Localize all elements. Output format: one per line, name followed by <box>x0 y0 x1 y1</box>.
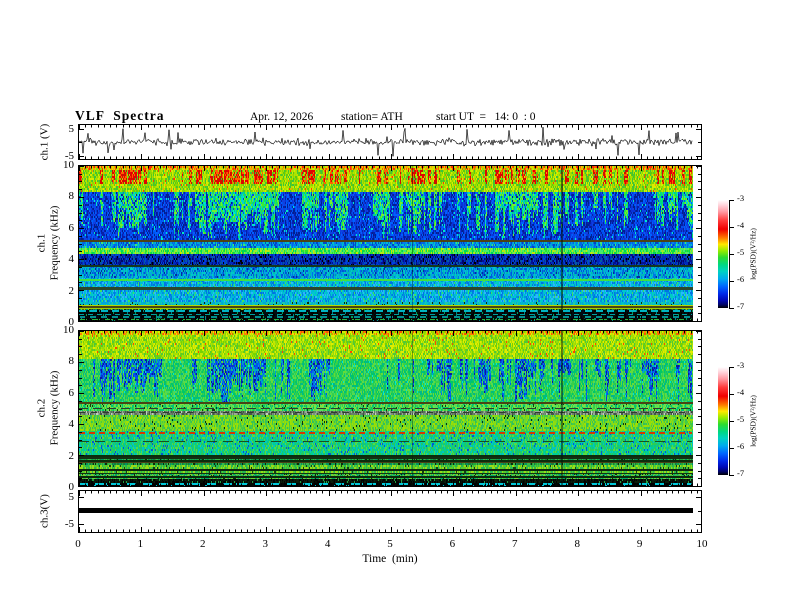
colorbar-tick <box>729 394 734 395</box>
colorbar-tick <box>729 367 734 368</box>
ch2-frequency-axis-title: ch.2 Frequency (kHz) <box>35 371 60 446</box>
x-tick-label: 5 <box>387 538 393 550</box>
colorbar-tick <box>729 421 734 422</box>
colorbar-tick <box>729 200 734 201</box>
ch2-spec-ytick-label: 8 <box>68 355 75 368</box>
ch1-spec-ytick-label: 4 <box>68 253 75 266</box>
ch3-wave-ytick-label: 5 <box>68 491 75 503</box>
ch2-spec-ytick-label: 4 <box>68 418 75 431</box>
colorbar-ch2 <box>718 367 728 475</box>
colorbar-tick-label: -4 <box>737 387 745 397</box>
colorbar-tick <box>729 475 734 476</box>
ch2-spec-ytick-label: 6 <box>68 386 75 399</box>
ch1-spec-ytick-label: 10 <box>63 159 74 171</box>
x-tick-label: 0 <box>75 538 81 550</box>
ch2-label-line2: Frequency (kHz) <box>48 370 60 446</box>
x-tick-label: 10 <box>696 538 708 550</box>
colorbar-tick-label: -5 <box>737 247 745 257</box>
colorbar-tick <box>729 254 734 255</box>
colorbar-tick-label: -3 <box>737 360 745 370</box>
colorbar-tick <box>729 448 734 449</box>
vlf-spectra-figure: VLF Spectra Apr. 12, 2026 station= ATH s… <box>0 0 792 612</box>
ch2-spec-ytick-label: 10 <box>63 324 74 336</box>
ch1-wave-ytick-label: 5 <box>68 123 75 135</box>
ch1-spec-ytick-label: 2 <box>68 284 75 297</box>
colorbar-tick-label: -7 <box>737 468 745 478</box>
ch1-waveform-plot <box>78 124 702 160</box>
colorbar-tick <box>729 308 734 309</box>
colorbar-ch1 <box>718 200 728 308</box>
x-tick-label: 8 <box>574 538 580 550</box>
colorbar-ch1-title: log(PSD)(V²/Hz) <box>748 228 758 280</box>
ch2-spectrogram-plot <box>78 330 702 487</box>
x-tick-label: 7 <box>512 538 518 550</box>
colorbar-tick-label: -6 <box>737 441 745 451</box>
x-tick-label: 3 <box>262 538 268 550</box>
date-label: Apr. 12, 2026 <box>250 111 314 123</box>
ch1-spectrogram-plot <box>78 165 702 322</box>
ch2-label-line1: ch.2 <box>35 398 48 418</box>
colorbar-tick <box>729 227 734 228</box>
colorbar-tick-label: -4 <box>737 220 745 230</box>
x-tick-label: 9 <box>636 538 643 550</box>
colorbar-tick <box>729 281 734 282</box>
station-label: station= ATH <box>341 111 403 123</box>
colorbar-tick-label: -3 <box>737 193 745 203</box>
colorbar-tick-label: -6 <box>737 274 745 284</box>
x-tick-label: 1 <box>137 538 144 550</box>
ch1-spec-ytick-label: 8 <box>68 190 75 203</box>
time-axis-title: Time (min) <box>362 553 418 565</box>
colorbar-ch2-title: log(PSD)(V²/Hz) <box>748 395 758 447</box>
ch1-label-line1: ch.1 <box>35 233 48 253</box>
ch1-spec-ytick-label: 6 <box>68 221 75 234</box>
page-title: VLF Spectra <box>75 108 165 123</box>
colorbar-tick-label: -7 <box>737 301 745 311</box>
x-tick-label: 6 <box>449 538 456 550</box>
x-tick-label: 4 <box>324 538 331 550</box>
ch1-label-line2: Frequency (kHz) <box>48 205 60 281</box>
ch2-spec-ytick-label: 2 <box>68 449 75 462</box>
colorbar-tick-label: -5 <box>737 414 745 424</box>
x-tick-label: 2 <box>200 538 206 550</box>
ch1-frequency-axis-title: ch.1 Frequency (kHz) <box>35 206 60 281</box>
start-ut-label: start UT = 14: 0 : 0 <box>436 111 536 123</box>
ch3-wave-ytick-label: -5 <box>64 518 74 530</box>
ch3-flatline-plot <box>78 490 702 533</box>
